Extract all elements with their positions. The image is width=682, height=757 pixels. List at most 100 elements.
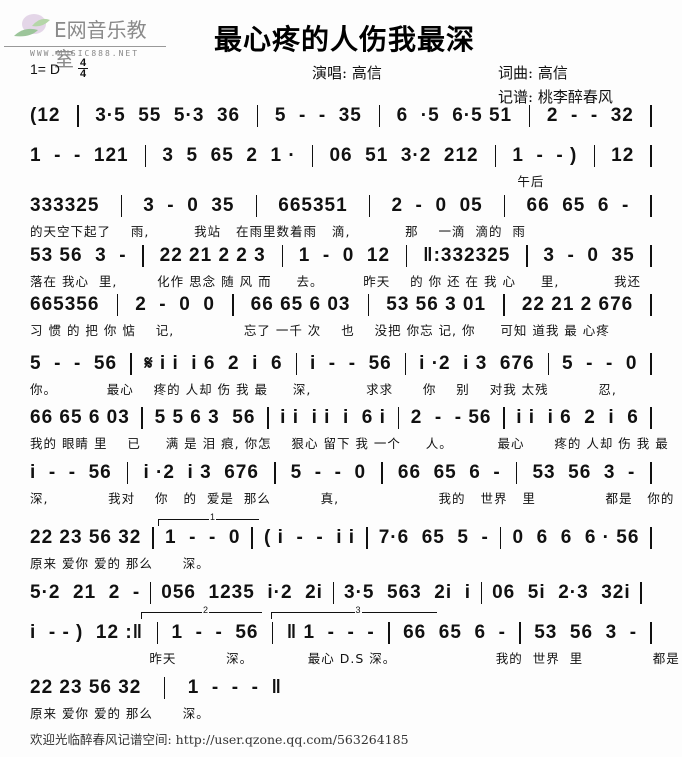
lyrics-line: 的天空下起了 雨, 我站 在雨里数着雨 滴, 那 一滴 滴的 雨 (30, 224, 526, 239)
measure: i - - ) 12 :‖ (30, 622, 144, 643)
bar-line (281, 245, 283, 267)
measure: 53 56 3 - (30, 245, 127, 266)
score-row: i - - 56 i ·2 i 3 676 5 - - 0 66 65 6 - 53 5… (0, 460, 682, 510)
notes-line: 66 65 6 03 5 5 6 3 56 i i i i i 6 i 2 - - 5… (30, 405, 652, 431)
measure: 3 5 65 2 1 · (162, 145, 296, 166)
bar-line (120, 195, 123, 217)
bar-line (378, 105, 380, 127)
measure: 0 6 6 6 · 56 (512, 527, 640, 548)
measure: 53 56 3 - (534, 622, 638, 643)
measure: 1 - 0 12 (298, 245, 391, 266)
bar-line (650, 407, 652, 429)
bar-line (650, 353, 652, 375)
bar-line (311, 145, 314, 167)
measure: ( i - - i i (264, 527, 356, 548)
song-title: 最心疼的人伤我最深 (214, 23, 476, 56)
measure: i ·2 i 3 676 (143, 462, 259, 483)
notes-line: 1 - - 121 3 5 65 2 1 · 06 51 3·2 212 1 - - … (30, 143, 652, 169)
score-row: 1 - - 121 3 5 65 2 1 · 06 51 3·2 212 1 - - … (0, 143, 682, 193)
measure: (12 (30, 105, 61, 126)
bar-line (116, 294, 119, 316)
notes-line: 5·2 21 2 - 056 1235 i·2 2i 3·5 563 2i i 06 … (30, 580, 642, 606)
measure: 2 - - 56 (410, 407, 492, 428)
bar-line (503, 407, 505, 429)
lyrics-line: 深, 我对 你 的 爱是 那么 真, 我的 世界 里 都是 你的 人, (30, 491, 682, 506)
measure: 66 65 6 03 (30, 407, 130, 428)
measure: 7·6 65 5 - (378, 527, 489, 548)
measure: 1 - - 121 (30, 145, 129, 166)
notes-line: 22 23 56 32 1 - - - ‖ (30, 675, 282, 701)
measure: 056 1235 i·2 2i (161, 582, 323, 603)
measure: 3·5 55 5·3 36 (95, 105, 241, 126)
bar-line (142, 245, 144, 267)
measure: 5·2 21 2 - (30, 582, 141, 603)
score-row: 53 56 3 - 22 21 2 2 3 1 - 0 12 ‖:332325 3 - … (0, 243, 682, 293)
score-row: 665356 2 - 0 0 66 65 6 03 53 56 3 01 22 21 2… (0, 292, 682, 342)
bar-line (255, 195, 258, 217)
measure: 22 21 2 676 (521, 294, 634, 315)
measure: i i i 6 2 i 6 (516, 407, 639, 428)
measure: 1 - - ) (512, 145, 578, 166)
bar-line (368, 195, 371, 217)
measure: 53 56 3 01 (386, 294, 487, 315)
volta-number: 1 (209, 512, 217, 522)
time-sig-bottom: 4 (79, 68, 87, 80)
site-logo: E网音乐教室 WWW.MUSIC888.NET (4, 8, 166, 71)
bar-line (480, 582, 483, 604)
measure: 06 51 3·2 212 (329, 145, 479, 166)
bar-line (528, 105, 531, 127)
score-row: 22 23 56 32 1 - - - ‖ 原来 爱你 爱的 那么 深。 (0, 675, 682, 725)
measure: ‖:332325 (423, 245, 511, 266)
bar-line (650, 245, 652, 267)
bar-line (144, 145, 147, 167)
volta-number: 3 (354, 605, 362, 615)
measure: 1 - - 56 (171, 622, 259, 643)
bar-line (152, 527, 154, 549)
measure: 22 23 56 32 (30, 677, 142, 698)
measure: 1 - - - ‖ (187, 677, 282, 698)
bar-line (274, 462, 276, 484)
composer-info: 词曲: 高信 (498, 62, 568, 83)
singer-info: 演唱: 高信 (312, 62, 382, 83)
volta-bracket: 2 (141, 605, 262, 619)
measure: ‖ 1 - - - (286, 622, 375, 643)
measure: 66 65 6 03 (250, 294, 351, 315)
score-row: 22 23 56 32 1 - - 0 ( i - - i i 7·6 65 5 - 0… (0, 512, 682, 575)
bar-line (77, 105, 79, 127)
measure: 5 - - 0 (290, 462, 367, 483)
lyrics-line: 原来 爱你 爱的 那么 深。 (30, 706, 210, 721)
bar-line (156, 622, 159, 644)
bar-line (650, 462, 652, 484)
bar-line (650, 527, 652, 549)
time-sig-top: 4 (79, 57, 87, 69)
notes-line: 53 56 3 - 22 21 2 2 3 1 - 0 12 ‖:332325 3 - … (30, 243, 652, 269)
lyrics-line: 我的 眼睛 里 已 满 是 泪 痕, 你怎 狠心 留下 我 一个 人。 最心 疼… (30, 436, 669, 451)
measure: 12 (611, 145, 635, 166)
lyrics-line: 午后 (30, 174, 545, 189)
measure: 66 65 6 - (526, 195, 630, 216)
measure: 6 ·5 6·5 51 (396, 105, 513, 126)
bar-line (388, 622, 390, 644)
measure: 3 - 0 35 (143, 195, 235, 216)
bar-line (503, 195, 506, 217)
bar-line (499, 527, 502, 549)
singer-label: 演唱: (312, 64, 348, 82)
notes-line: i - - 56 i ·2 i 3 676 5 - - 0 66 65 6 - 53 5… (30, 460, 652, 486)
bar-line (650, 105, 652, 127)
measure: 06 5i 2·3 32i (492, 582, 631, 603)
measure: 22 23 56 32 (30, 527, 142, 548)
notes-line: 22 23 56 32 1 - - 0 ( i - - i i 7·6 65 5 - 0… (30, 525, 652, 551)
measure: 3·5 563 2i i (344, 582, 471, 603)
lyrics-line: 你。 最心 疼的 人却 伤 我 最 深, 求求 你 别 对我 太残 忍, (30, 382, 617, 397)
measure: 2 - - 32 (546, 105, 634, 126)
measure: 5 - - 56 (30, 353, 118, 374)
measure: 3 - 0 35 (543, 245, 635, 266)
notes-line: 333325 3 - 0 35 665351 2 - 0 05 66 65 6 - (30, 193, 652, 219)
composer-label: 词曲: (498, 64, 534, 82)
measure: 𝄋 i i i 6 2 i 6 (144, 353, 283, 374)
measure: 66 65 6 - (397, 462, 501, 483)
measure: 1 - - 0 (164, 527, 241, 548)
bar-line (251, 527, 253, 549)
measure: 2 - 0 0 (135, 294, 215, 315)
key-signature: 1= D (30, 61, 60, 77)
